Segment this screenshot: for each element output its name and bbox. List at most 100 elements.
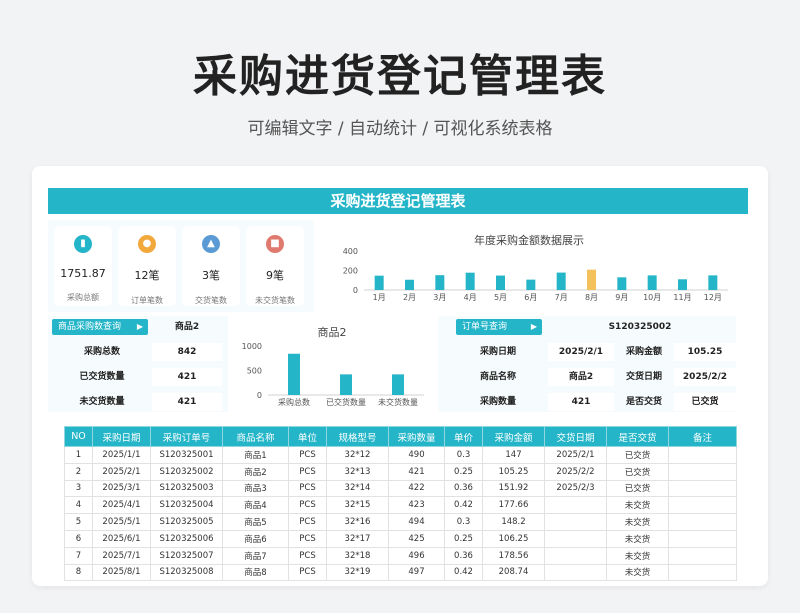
column-header[interactable]: 采购金额: [482, 426, 545, 447]
table-cell[interactable]: 2025/1/1: [92, 446, 151, 464]
bar[interactable]: [340, 374, 352, 395]
table-cell[interactable]: [668, 563, 737, 582]
table-cell[interactable]: 497: [388, 563, 445, 582]
table-cell[interactable]: 5: [64, 513, 93, 531]
table-cell[interactable]: S120325006: [150, 529, 223, 548]
table-cell[interactable]: 商品6: [222, 529, 289, 548]
table-cell[interactable]: [544, 563, 607, 582]
bar[interactable]: [288, 353, 300, 395]
bar[interactable]: [708, 275, 718, 290]
product-query-value[interactable]: 商品2: [154, 318, 220, 336]
table-cell[interactable]: PCS: [288, 462, 327, 481]
table-cell[interactable]: 4: [64, 496, 93, 515]
table-cell[interactable]: S120325003: [150, 479, 223, 498]
table-cell[interactable]: 0.42: [444, 496, 483, 515]
column-header[interactable]: 是否交货: [606, 426, 669, 447]
table-cell[interactable]: 32*19: [326, 563, 389, 582]
table-cell[interactable]: [544, 513, 607, 531]
table-cell[interactable]: 32*18: [326, 546, 389, 565]
column-header[interactable]: 采购订单号: [150, 426, 223, 447]
bar[interactable]: [678, 279, 687, 290]
bar[interactable]: [392, 374, 404, 395]
table-cell[interactable]: 178.56: [482, 546, 545, 565]
table-cell[interactable]: [668, 462, 737, 481]
column-header[interactable]: 交货日期: [544, 426, 607, 447]
table-cell[interactable]: PCS: [288, 446, 327, 464]
column-header[interactable]: 商品名称: [222, 426, 289, 447]
table-cell[interactable]: [668, 529, 737, 548]
table-cell[interactable]: PCS: [288, 479, 327, 498]
table-cell[interactable]: [544, 496, 607, 515]
table-row[interactable]: 7 2025/7/1 S120325007 商品7 PCS 32*18 496 0.36 178…: [64, 546, 737, 565]
table-cell[interactable]: 未交货: [606, 513, 669, 531]
table-row[interactable]: 1 2025/1/1 S120325001 商品1 PCS 32*12 490 0.3 147 2…: [64, 446, 737, 464]
table-cell[interactable]: [544, 546, 607, 565]
table-cell[interactable]: S120325005: [150, 513, 223, 531]
table-cell[interactable]: 2025/2/2: [544, 462, 607, 481]
table-cell[interactable]: 421: [388, 462, 445, 481]
table-cell[interactable]: [668, 479, 737, 498]
table-cell[interactable]: 3: [64, 479, 93, 498]
table-cell[interactable]: S120325007: [150, 546, 223, 565]
table-row[interactable]: 6 2025/6/1 S120325006 商品6 PCS 32*17 425 0.25 106…: [64, 529, 737, 548]
table-cell[interactable]: 2025/7/1: [92, 546, 151, 565]
table-cell[interactable]: 32*16: [326, 513, 389, 531]
table-cell[interactable]: 商品3: [222, 479, 289, 498]
table-cell[interactable]: PCS: [288, 496, 327, 515]
table-cell[interactable]: 商品2: [222, 462, 289, 481]
table-cell[interactable]: 6: [64, 529, 93, 548]
table-cell[interactable]: 未交货: [606, 546, 669, 565]
bar[interactable]: [465, 272, 475, 290]
table-cell[interactable]: 0.42: [444, 563, 483, 582]
table-cell[interactable]: 8: [64, 563, 93, 582]
table-cell[interactable]: 2025/4/1: [92, 496, 151, 515]
column-header[interactable]: 采购日期: [92, 426, 151, 447]
table-cell[interactable]: S120325004: [150, 496, 223, 515]
table-cell[interactable]: 2025/2/1: [92, 462, 151, 481]
table-cell[interactable]: 177.66: [482, 496, 545, 515]
table-cell[interactable]: 未交货: [606, 529, 669, 548]
table-cell[interactable]: 490: [388, 446, 445, 464]
table-cell[interactable]: 496: [388, 546, 445, 565]
table-cell[interactable]: 2025/5/1: [92, 513, 151, 531]
table-cell[interactable]: S120325008: [150, 563, 223, 582]
table-cell[interactable]: 151.92: [482, 479, 545, 498]
table-cell[interactable]: 148.2: [482, 513, 545, 531]
table-cell[interactable]: [668, 496, 737, 515]
table-cell[interactable]: 2: [64, 462, 93, 481]
table-cell[interactable]: 商品5: [222, 513, 289, 531]
column-header[interactable]: NO: [64, 426, 93, 447]
table-cell[interactable]: 1: [64, 446, 93, 464]
table-cell[interactable]: PCS: [288, 529, 327, 548]
table-cell[interactable]: 未交货: [606, 563, 669, 582]
table-cell[interactable]: S120325002: [150, 462, 223, 481]
table-cell[interactable]: 423: [388, 496, 445, 515]
table-cell[interactable]: PCS: [288, 563, 327, 582]
table-cell[interactable]: 7: [64, 546, 93, 565]
table-cell[interactable]: 0.36: [444, 546, 483, 565]
order-query-value[interactable]: S120325002: [580, 318, 700, 336]
table-cell[interactable]: 105.25: [482, 462, 545, 481]
table-cell[interactable]: 0.3: [444, 513, 483, 531]
bar[interactable]: [405, 279, 414, 290]
table-cell[interactable]: 106.25: [482, 529, 545, 548]
table-row[interactable]: 5 2025/5/1 S120325005 商品5 PCS 32*16 494 0.3 148.…: [64, 513, 737, 531]
bar[interactable]: [556, 272, 566, 290]
table-cell[interactable]: 0.3: [444, 446, 483, 464]
bar[interactable]: [587, 269, 596, 290]
table-cell[interactable]: [668, 446, 737, 464]
table-row[interactable]: 4 2025/4/1 S120325004 商品4 PCS 32*15 423 0.42 177…: [64, 496, 737, 515]
table-cell[interactable]: 商品7: [222, 546, 289, 565]
table-cell[interactable]: [544, 529, 607, 548]
table-row[interactable]: 3 2025/3/1 S120325003 商品3 PCS 32*14 422 0.36 151…: [64, 479, 737, 498]
table-cell[interactable]: PCS: [288, 546, 327, 565]
column-header[interactable]: 规格型号: [326, 426, 389, 447]
table-cell[interactable]: 已交货: [606, 479, 669, 498]
table-cell[interactable]: 商品4: [222, 496, 289, 515]
table-cell[interactable]: 0.36: [444, 479, 483, 498]
table-cell[interactable]: 147: [482, 446, 545, 464]
table-cell[interactable]: 32*14: [326, 479, 389, 498]
table-cell[interactable]: 2025/2/3: [544, 479, 607, 498]
table-cell[interactable]: 425: [388, 529, 445, 548]
bar[interactable]: [435, 275, 445, 290]
